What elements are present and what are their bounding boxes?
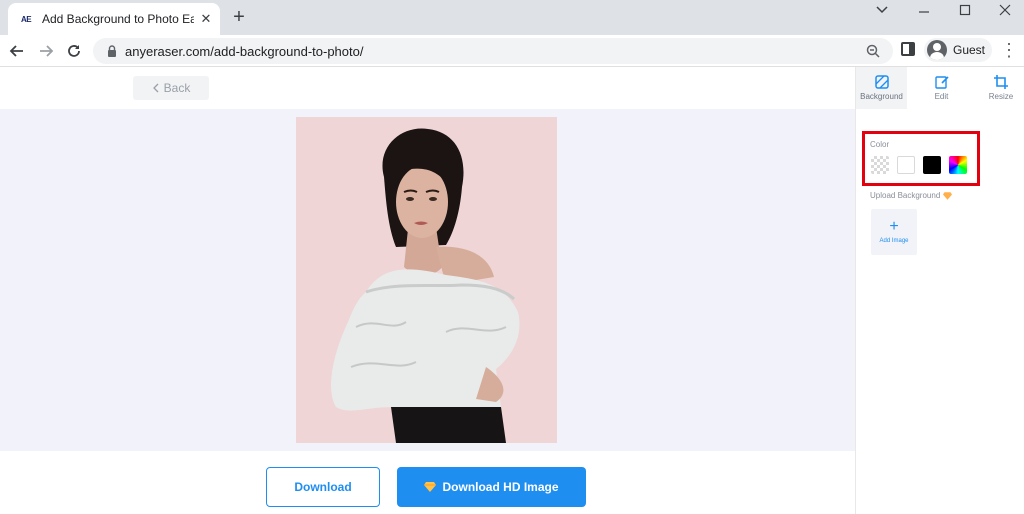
add-image-button[interactable]: + Add Image: [871, 209, 917, 255]
page: Back Download Download HD Image Backgrou…: [0, 67, 1024, 514]
upload-label-text: Upload Background: [870, 191, 941, 200]
minimize-icon[interactable]: [904, 0, 944, 20]
forward-arrow-icon[interactable]: [35, 40, 57, 62]
new-tab-icon[interactable]: +: [228, 6, 250, 28]
woman-portrait-image: [331, 128, 520, 443]
reload-icon[interactable]: [63, 40, 85, 62]
profile-name: Guest: [953, 43, 986, 57]
download-button[interactable]: Download: [266, 467, 380, 507]
tab-title: Add Background to Photo Easily: [42, 12, 194, 26]
plus-icon: +: [889, 218, 899, 235]
canvas-area: [0, 109, 855, 451]
address-bar[interactable]: anyeraser.com/add-background-to-photo/: [93, 38, 893, 64]
upload-background-label: Upload Background: [870, 191, 953, 200]
browser-menu-icon[interactable]: ⋮: [1000, 38, 1018, 62]
tab-resize-label: Resize: [988, 92, 1014, 101]
download-hd-button[interactable]: Download HD Image: [397, 467, 586, 507]
url-text: anyeraser.com/add-background-to-photo/: [125, 44, 364, 59]
edit-icon: [934, 76, 949, 89]
editor-sidebar: Background Edit Resize Color Upload Back…: [855, 67, 1024, 514]
swatch-custom-color[interactable]: [949, 156, 967, 174]
crop-icon: [994, 75, 1008, 89]
back-label: Back: [163, 81, 191, 95]
tab-background-label: Background: [860, 92, 903, 101]
tab-search-chevron-icon[interactable]: [862, 0, 902, 20]
tab-close-icon[interactable]: ✕: [198, 11, 214, 27]
swatch-transparent[interactable]: [871, 156, 889, 174]
editor-topbar: Back: [0, 67, 855, 109]
tab-edit[interactable]: Edit: [916, 67, 967, 109]
back-button[interactable]: Back: [133, 76, 209, 100]
background-icon: [874, 75, 889, 89]
tab-edit-label: Edit: [934, 92, 949, 101]
color-label: Color: [870, 140, 890, 149]
avatar: [927, 40, 947, 60]
photo-preview: [296, 117, 557, 443]
browser-toolbar: anyeraser.com/add-background-to-photo/: [0, 35, 1024, 67]
browser-tab[interactable]: AE Add Background to Photo Easily ✕: [8, 3, 220, 35]
zoom-icon[interactable]: [865, 43, 881, 59]
profile-button[interactable]: Guest: [924, 38, 992, 62]
swatch-black[interactable]: [923, 156, 941, 174]
chevron-left-icon: [152, 83, 159, 93]
site-favicon-icon: AE: [20, 14, 32, 24]
download-label: Download: [294, 480, 352, 494]
download-hd-label: Download HD Image: [442, 480, 559, 494]
window-close-icon[interactable]: [985, 0, 1024, 20]
download-bar: Download Download HD Image: [0, 451, 855, 514]
maximize-icon[interactable]: [945, 0, 985, 20]
swatch-white[interactable]: [897, 156, 915, 174]
back-arrow-icon[interactable]: [6, 40, 28, 62]
side-panel-icon[interactable]: [901, 42, 915, 56]
tab-background[interactable]: Background: [856, 67, 907, 109]
add-image-label: Add Image: [879, 238, 909, 244]
browser-tabstrip: AE Add Background to Photo Easily ✕ +: [0, 0, 1024, 35]
diamond-icon: [424, 482, 437, 492]
lock-icon: [108, 45, 116, 57]
diamond-icon: [943, 191, 953, 200]
tab-resize[interactable]: Resize: [976, 67, 1024, 109]
